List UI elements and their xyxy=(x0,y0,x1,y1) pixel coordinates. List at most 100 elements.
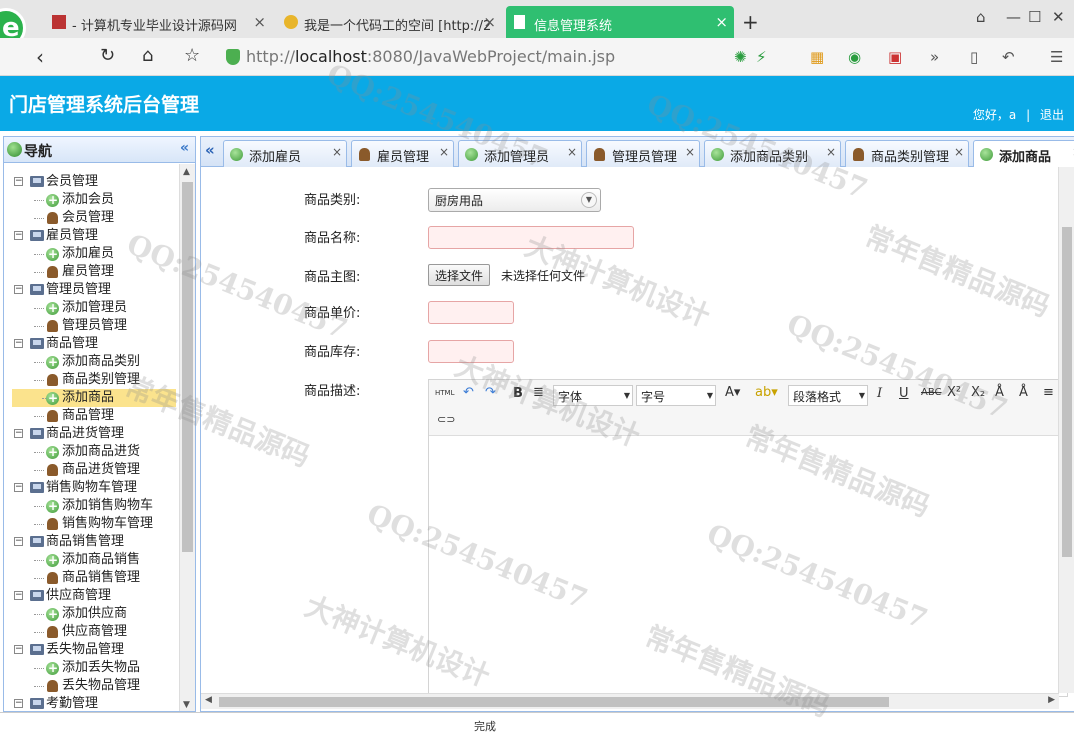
paragraph-format-select[interactable]: 段落格式 ▼ xyxy=(788,385,868,406)
italic-icon[interactable]: I xyxy=(877,386,882,401)
close-icon[interactable]: × xyxy=(715,13,728,31)
tree-toggle-icon[interactable]: − xyxy=(14,339,23,348)
sidebar-item[interactable]: 会员管理 xyxy=(4,209,180,227)
reader-icon[interactable]: ▯ xyxy=(970,48,978,66)
maximize-icon[interactable]: ☐ xyxy=(1028,8,1041,26)
tab-6[interactable]: 商品类别管理 × xyxy=(845,140,969,167)
sidebar-item[interactable]: 管理员管理 xyxy=(4,317,180,335)
sidebar-item[interactable]: 添加商品类别 xyxy=(4,353,180,371)
sidebar-item[interactable]: 丢失物品管理 xyxy=(4,677,180,695)
scrollbar-thumb[interactable] xyxy=(1062,227,1072,557)
tab-1[interactable]: 添加雇员 × xyxy=(223,140,347,167)
superscript-icon[interactable]: X² xyxy=(947,385,961,400)
align-icon[interactable]: ≡ xyxy=(1043,385,1054,400)
main-scrollbar-horizontal[interactable]: ◀ ▶ xyxy=(201,693,1059,709)
browser-tab-2[interactable]: 我是一个代码工的空间 [http://2 × xyxy=(276,6,502,38)
close-icon[interactable]: × xyxy=(954,145,964,159)
sidebar-scrollbar[interactable]: ▲ ▼ xyxy=(179,164,195,711)
sidebar-item[interactable]: 添加丢失物品 xyxy=(4,659,180,677)
address-bar[interactable]: http://localhost:8080/JavaWebProject/mai… xyxy=(226,44,724,70)
bold-icon[interactable]: B xyxy=(513,386,523,401)
sidebar-group[interactable]: − 供应商管理 xyxy=(4,587,180,605)
format-icon[interactable]: ≣ xyxy=(533,385,544,400)
close-icon[interactable]: × xyxy=(826,145,836,159)
font-size-select[interactable]: 字号 ▼ xyxy=(636,385,716,406)
tree-toggle-icon[interactable]: − xyxy=(14,483,23,492)
back-icon[interactable]: ‹ xyxy=(36,45,44,69)
choose-file-button[interactable]: 选择文件 xyxy=(428,264,491,286)
sidebar-item[interactable]: 供应商管理 xyxy=(4,623,180,641)
tab-2[interactable]: 雇员管理 × xyxy=(351,140,454,167)
undo-icon[interactable]: ↶ xyxy=(463,385,474,400)
scroll-up-icon[interactable]: ▲ xyxy=(183,167,190,177)
home-icon[interactable]: ⌂ xyxy=(142,45,153,66)
tree-toggle-icon[interactable]: − xyxy=(14,591,23,600)
reload-icon[interactable]: ↻ xyxy=(100,45,115,66)
scroll-left-icon[interactable]: ◀ xyxy=(205,695,212,705)
highlight-icon[interactable]: ab▾ xyxy=(755,385,778,400)
new-tab-button[interactable]: + xyxy=(742,10,759,34)
tab-3[interactable]: 添加管理员 × xyxy=(458,140,582,167)
tab-7[interactable]: 添加商品× xyxy=(973,140,1074,168)
adblock-icon[interactable]: ▣ xyxy=(888,48,902,66)
font-color-icon[interactable]: A▾ xyxy=(725,385,740,400)
tab-5[interactable]: 添加商品类别 × xyxy=(704,140,841,167)
sidebar-item[interactable]: 商品进货管理 xyxy=(4,461,180,479)
undo-icon[interactable]: ↶ xyxy=(1002,48,1015,66)
tree-toggle-icon[interactable]: − xyxy=(14,537,23,546)
tree-toggle-icon[interactable]: − xyxy=(14,645,23,654)
clear-format-2-icon[interactable]: Å xyxy=(1019,385,1028,400)
security-icon[interactable]: ✺ xyxy=(734,48,747,66)
sidebar-group[interactable]: − 雇员管理 xyxy=(4,227,180,245)
sidebar-item[interactable]: 添加商品销售 xyxy=(4,551,180,569)
tab-4[interactable]: 管理员管理 × xyxy=(586,140,700,167)
sidebar-item[interactable]: 雇员管理 xyxy=(4,263,180,281)
scroll-down-icon[interactable]: ▼ xyxy=(183,700,190,710)
tree-toggle-icon[interactable]: − xyxy=(14,177,23,186)
collapse-sidebar-button[interactable]: « xyxy=(180,140,189,156)
tree-toggle-icon[interactable]: − xyxy=(14,699,23,708)
sidebar-item[interactable]: 商品管理 xyxy=(4,407,180,425)
sidebar-group[interactable]: − 管理员管理 xyxy=(4,281,180,299)
product-name-input[interactable] xyxy=(428,226,634,249)
sidebar-group[interactable]: − 商品进货管理 xyxy=(4,425,180,443)
close-icon[interactable]: × xyxy=(685,145,695,159)
sidebar-group[interactable]: − 丢失物品管理 xyxy=(4,641,180,659)
window-close-icon[interactable]: ✕ xyxy=(1052,8,1065,26)
sidebar-group[interactable]: − 会员管理 xyxy=(4,173,180,191)
tree-toggle-icon[interactable]: − xyxy=(14,231,23,240)
browser-tab-3[interactable]: 信息管理系统 × xyxy=(506,6,734,38)
tab-scroll-left-icon[interactable]: « xyxy=(205,141,215,159)
stock-input[interactable] xyxy=(428,340,514,363)
category-select[interactable]: 厨房用品 ▼ xyxy=(428,188,601,212)
sidebar-item[interactable]: 添加商品进货 xyxy=(4,443,180,461)
sidebar-group[interactable]: − 商品销售管理 xyxy=(4,533,180,551)
sidebar-item[interactable]: 销售购物车管理 xyxy=(4,515,180,533)
close-icon[interactable]: × xyxy=(439,145,449,159)
redo-icon[interactable]: ↷ xyxy=(485,385,496,400)
sidebar-item[interactable]: 添加会员 xyxy=(4,191,180,209)
price-input[interactable] xyxy=(428,301,514,324)
more-tools-button[interactable]: » xyxy=(930,48,939,66)
underline-icon[interactable]: U xyxy=(899,386,909,401)
favorite-star-icon[interactable]: ☆ xyxy=(184,45,200,66)
subscript-icon[interactable]: X₂ xyxy=(971,385,985,400)
browser-tab-1[interactable]: - 计算机专业毕业设计源码网 × xyxy=(44,6,272,38)
sidebar-item[interactable]: 商品销售管理 xyxy=(4,569,180,587)
close-icon[interactable]: × xyxy=(567,145,577,159)
close-icon[interactable]: × xyxy=(483,13,496,31)
speed-icon[interactable]: ⚡ xyxy=(756,48,767,66)
main-scrollbar-vertical[interactable] xyxy=(1058,167,1074,693)
sidebar-item[interactable]: 添加供应商 xyxy=(4,605,180,623)
close-icon[interactable]: × xyxy=(253,13,266,31)
scrollbar-thumb[interactable] xyxy=(219,697,889,707)
scrollbar-thumb[interactable] xyxy=(182,182,193,552)
sidebar-item[interactable]: 商品类别管理 xyxy=(4,371,180,389)
skin-icon[interactable]: ⌂ xyxy=(976,8,986,26)
link-icon[interactable]: ⊂⊃ xyxy=(437,413,455,426)
logout-link[interactable]: 退出 xyxy=(1040,108,1064,122)
sidebar-group[interactable]: − 销售购物车管理 xyxy=(4,479,180,497)
strikethrough-icon[interactable]: ABC xyxy=(921,387,942,398)
apps-icon[interactable]: ▦ xyxy=(810,48,824,66)
sidebar-item[interactable]: 添加商品 xyxy=(12,389,176,407)
